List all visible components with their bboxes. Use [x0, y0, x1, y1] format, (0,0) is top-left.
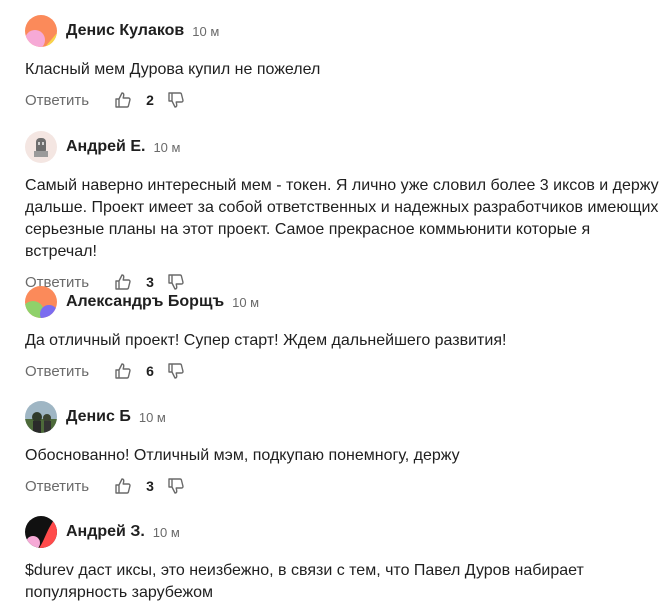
thumbs-down-icon[interactable] [167, 362, 185, 380]
comment-time: 10 м [152, 524, 180, 540]
comment-time: 10 м [232, 294, 260, 310]
comment-author[interactable]: Денис Кулаков [66, 22, 184, 40]
comment-header: Денис Б 10 м [25, 401, 670, 433]
thumbs-down-icon[interactable] [167, 477, 185, 495]
comment-time: 10 м [153, 139, 181, 155]
reply-button[interactable]: Ответить [25, 92, 114, 109]
avatar-image [25, 401, 57, 433]
comment-item: Александръ Борщъ 10 м Да отличный проект… [25, 286, 670, 382]
comment-time: 10 м [192, 23, 220, 39]
comment-text: Да отличный проект! Супер старт! Ждем да… [25, 332, 507, 349]
comment-author[interactable]: Александръ Борщъ [66, 293, 224, 311]
avatar-image [25, 131, 57, 163]
avatar-image [25, 516, 57, 548]
comment-text: Класный мем Дурова купил не пожелел [25, 61, 321, 78]
avatar-image [25, 286, 57, 318]
comment-actions: Ответить 3 [25, 475, 670, 497]
thumbs-up-icon[interactable] [114, 362, 132, 380]
comment-time: 10 м [138, 409, 166, 425]
avatar[interactable] [25, 286, 57, 318]
avatar-image [25, 15, 57, 47]
avatar[interactable] [25, 401, 57, 433]
comment-actions: Ответить 2 [25, 89, 670, 111]
like-count: 2 [146, 92, 154, 108]
comment-header: Александръ Борщъ 10 м [25, 286, 670, 318]
comment-header: Денис Кулаков 10 м [25, 15, 670, 47]
comment-author[interactable]: Андрей Е. [66, 138, 145, 156]
like-count: 6 [146, 363, 154, 379]
comment-item: Денис Б 10 м Обоснованно! Отличный мэм, … [25, 401, 670, 497]
comment-item: Андрей З. 10 м $durev даст иксы, это неи… [25, 516, 670, 604]
comment-author[interactable]: Денис Б [66, 408, 131, 426]
thumbs-up-icon[interactable] [114, 91, 132, 109]
comment-item: Андрей Е. 10 м Самый наверно интересный … [25, 131, 670, 293]
comment-text: Самый наверно интересный мем - токен. Я … [25, 177, 659, 260]
comment-actions: Ответить 6 [25, 360, 670, 382]
reply-button[interactable]: Ответить [25, 363, 114, 380]
reply-button[interactable]: Ответить [25, 478, 114, 495]
comment-text: $durev даст иксы, это неизбежно, в связи… [25, 562, 584, 601]
thumbs-up-icon[interactable] [114, 477, 132, 495]
avatar[interactable] [25, 516, 57, 548]
comment-author[interactable]: Андрей З. [66, 523, 145, 541]
like-count: 3 [146, 478, 154, 494]
comment-header: Андрей З. 10 м [25, 516, 670, 548]
avatar[interactable] [25, 131, 57, 163]
comment-header: Андрей Е. 10 м [25, 131, 670, 163]
avatar[interactable] [25, 15, 57, 47]
comment-item: Денис Кулаков 10 м Класный мем Дурова ку… [25, 15, 670, 111]
comment-text: Обоснованно! Отличный мэм, подкупаю поне… [25, 447, 460, 464]
thumbs-down-icon[interactable] [167, 91, 185, 109]
